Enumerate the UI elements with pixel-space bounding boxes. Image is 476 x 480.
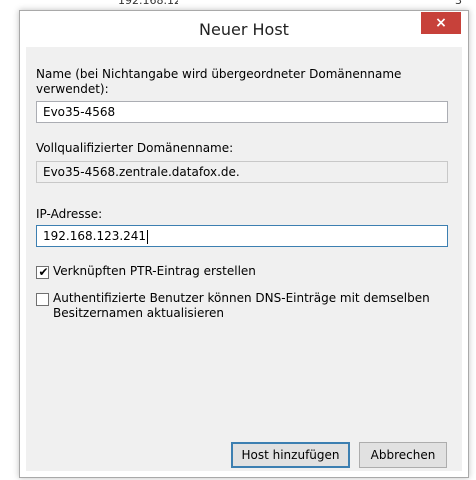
checkmark-icon: ✔ [38, 265, 49, 279]
ip-address-input[interactable]: 192.168.123.241 [36, 225, 448, 247]
text-caret [147, 229, 149, 244]
name-input-value: Evo35-4568 [43, 105, 116, 119]
ptr-checkbox-row[interactable]: ✔ Verknüpften PTR-Eintrag erstellen [36, 264, 256, 279]
name-input[interactable]: Evo35-4568 [36, 101, 448, 123]
ptr-checkbox-label: Verknüpften PTR-Eintrag erstellen [53, 264, 256, 278]
ip-label: IP-Adresse: [36, 207, 103, 221]
fqdn-label: Vollqualifizierter Domänenname: [36, 141, 234, 155]
background-window-text-right: 3 [455, 0, 462, 7]
title-bar[interactable]: Neuer Host × [20, 11, 468, 47]
name-label: Name (bei Nichtangabe wird übergeordnete… [36, 67, 402, 96]
close-icon: × [435, 15, 447, 31]
auth-checkbox-row[interactable]: Authentifizierte Benutzer können DNS-Ein… [36, 291, 456, 321]
ptr-checkbox[interactable]: ✔ [36, 265, 49, 279]
auth-checkbox-label: Authentifizierte Benutzer können DNS-Ein… [53, 291, 430, 320]
close-button[interactable]: × [421, 12, 461, 34]
ip-address-value: 192.168.123.241 [43, 229, 147, 243]
add-host-button[interactable]: Host hinzufügen [231, 442, 350, 468]
new-host-dialog: Neuer Host × Name (bei Nichtangabe wird … [19, 10, 469, 478]
dialog-title: Neuer Host [199, 20, 289, 39]
cancel-button[interactable]: Abbrechen [359, 442, 447, 468]
fqdn-value: Evo35-4568.zentrale.datafox.de. [43, 165, 240, 179]
dialog-body: Name (bei Nichtangabe wird übergeordnete… [26, 47, 462, 471]
auth-checkbox[interactable] [36, 293, 49, 306]
background-window-text: 192.168.123.60 [118, 0, 178, 7]
fqdn-field: Evo35-4568.zentrale.datafox.de. [36, 161, 448, 183]
